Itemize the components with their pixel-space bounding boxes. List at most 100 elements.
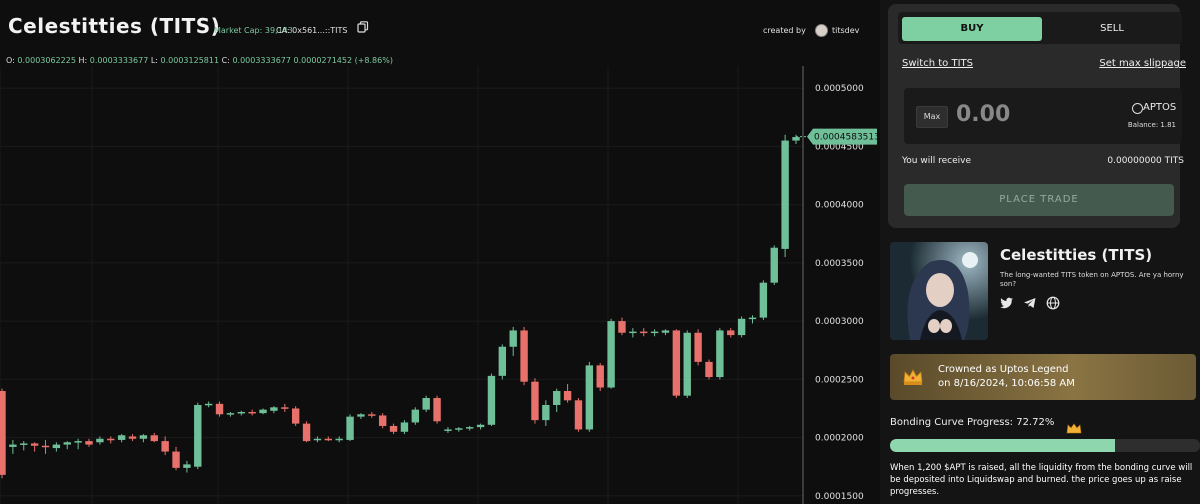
ohlc-c-label: C: xyxy=(221,56,230,65)
ohlc-high: 0.0003333677 xyxy=(89,56,149,65)
candle-body xyxy=(183,464,191,468)
max-slippage-link[interactable]: Set max slippage xyxy=(1099,58,1186,69)
candle-body xyxy=(596,365,604,388)
y-tick-label: 0.0005000 xyxy=(815,84,864,94)
place-trade-button[interactable]: PLACE TRADE xyxy=(904,184,1174,216)
contract-address: CA: 0x561...::TITS xyxy=(276,26,348,35)
aptos-icon xyxy=(1132,103,1143,114)
candle-body xyxy=(237,411,245,414)
last-price-label: 0.0004583513 xyxy=(814,133,880,143)
candle-body xyxy=(716,330,724,378)
creator-avatar[interactable] xyxy=(815,24,828,37)
candle-body xyxy=(727,330,735,336)
candle-body xyxy=(498,346,507,376)
token-name: Celestitties (TITS) xyxy=(1000,246,1153,264)
candle-body xyxy=(422,397,430,410)
candle-body xyxy=(607,321,615,388)
amount-input[interactable]: 0.00 xyxy=(956,102,1010,127)
candle-body xyxy=(705,361,713,378)
candle-body xyxy=(683,332,691,396)
creator-name[interactable]: titsdev xyxy=(832,26,859,35)
website-icon[interactable] xyxy=(1046,296,1060,310)
candle-body xyxy=(433,397,441,422)
balance: Balance: 1.81 xyxy=(1127,121,1176,129)
candle-body xyxy=(172,451,180,468)
trade-tabs: BUY SELL xyxy=(898,12,1182,44)
candle-body xyxy=(476,424,485,428)
candle-body xyxy=(563,391,572,401)
candle-body xyxy=(74,441,82,443)
candle-body xyxy=(444,429,452,431)
candle-body xyxy=(324,438,332,441)
crown-icon xyxy=(903,369,923,385)
crown-line-2: on 8/16/2024, 10:06:58 AM xyxy=(938,378,1075,389)
candle-body xyxy=(378,415,387,426)
receive-value: 0.00000000 TITS xyxy=(1107,156,1184,166)
candle-body xyxy=(466,427,474,429)
candle-body xyxy=(661,330,670,333)
candle-body xyxy=(302,423,311,442)
tab-buy[interactable]: BUY xyxy=(902,17,1042,41)
candle-body xyxy=(792,137,800,141)
y-tick-label: 0.0003000 xyxy=(815,317,864,327)
receive-label: You will receive xyxy=(902,156,971,166)
candle-body xyxy=(30,443,39,446)
candle-body xyxy=(618,321,626,333)
y-tick-label: 0.0002500 xyxy=(815,375,864,385)
bonding-curve-fill xyxy=(890,439,1116,452)
currency-label: APTOS xyxy=(1143,102,1177,113)
candle-body xyxy=(313,438,322,441)
candle-body xyxy=(204,403,213,406)
candle-body xyxy=(400,422,409,432)
candle-body xyxy=(368,414,376,416)
progress-crown-icon xyxy=(1066,423,1082,434)
ohlc-open: 0.0003062225 xyxy=(17,56,76,65)
ohlc-h-label: H: xyxy=(78,56,88,65)
token-description: The long-wanted TITS token on APTOS. Are… xyxy=(1000,271,1184,288)
crown-line-1: Crowned as Uptos Legend xyxy=(938,364,1069,375)
candle-body xyxy=(759,282,768,318)
candle-body xyxy=(748,317,757,320)
candle-body xyxy=(0,391,6,475)
tab-sell[interactable]: SELL xyxy=(1046,17,1178,41)
candle-body xyxy=(96,438,104,443)
ohlc-close: 0.0003333677 xyxy=(232,56,291,65)
candle-body xyxy=(640,331,648,334)
candle-body xyxy=(150,435,158,442)
copy-icon[interactable] xyxy=(357,21,369,33)
switch-token-link[interactable]: Switch to TITS xyxy=(902,58,973,69)
max-button[interactable]: Max xyxy=(916,106,948,128)
candle-body xyxy=(41,445,50,448)
candle-body xyxy=(291,408,300,424)
candle-body xyxy=(85,441,93,445)
candle-body xyxy=(585,365,594,430)
price-chart[interactable]: 0.00050000.00045000.00040000.00035000.00… xyxy=(0,66,880,504)
candle-body xyxy=(650,331,659,334)
twitter-icon[interactable] xyxy=(1000,296,1014,310)
candle-body xyxy=(672,330,681,396)
candle-body xyxy=(531,381,539,421)
candle-body xyxy=(226,413,235,415)
candle-body xyxy=(248,411,256,414)
candle-body xyxy=(52,444,61,449)
ohlc-readout: O: 0.0003062225 H: 0.0003333677 L: 0.000… xyxy=(6,56,393,65)
ohlc-l-label: L: xyxy=(150,56,158,65)
candle-body xyxy=(9,444,17,447)
candle-body xyxy=(161,441,169,452)
candle-body xyxy=(411,409,420,423)
chart-panel: Celestitties (TITS) Market Cap: 39,143 C… xyxy=(0,0,880,504)
candle-body xyxy=(139,435,148,439)
telegram-icon[interactable] xyxy=(1023,296,1037,310)
ohlc-o-label: O: xyxy=(6,56,15,65)
candle-body xyxy=(487,375,496,425)
candle-body xyxy=(128,436,137,439)
candle-body xyxy=(455,428,463,430)
candle-body xyxy=(389,425,398,432)
y-tick-label: 0.0002000 xyxy=(815,434,864,444)
crown-banner: Crowned as Uptos Legend on 8/16/2024, 10… xyxy=(890,354,1196,400)
token-image xyxy=(890,242,988,340)
y-tick-label: 0.0003500 xyxy=(815,259,864,269)
candle-body xyxy=(346,416,354,440)
candle-body xyxy=(20,443,28,445)
token-title: Celestitties (TITS) xyxy=(8,14,221,38)
